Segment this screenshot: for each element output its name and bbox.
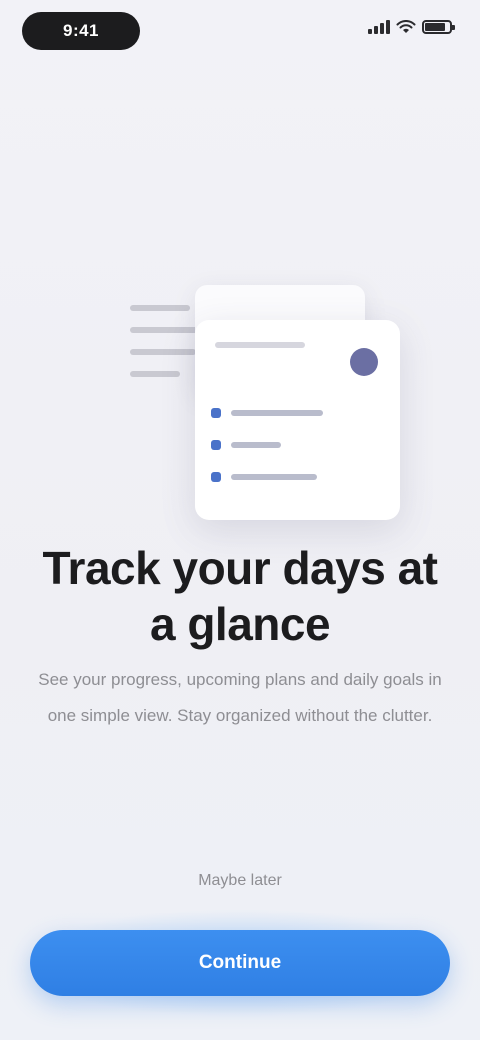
onboarding-description: See your progress, upcoming plans and da…	[38, 670, 442, 725]
calendar-card-front	[195, 320, 400, 520]
battery-icon	[422, 20, 455, 34]
user-avatar-icon	[350, 348, 378, 376]
signal-icon	[368, 20, 390, 34]
hero-illustration	[120, 280, 410, 530]
continue-button[interactable]: Continue	[30, 930, 450, 996]
status-icons	[368, 20, 455, 34]
status-time: 9:41	[22, 12, 140, 50]
onboarding-screen: 9:41 Track your days at a glance See you…	[0, 0, 480, 1040]
onboarding-headline: Track your days at a glance	[42, 542, 438, 650]
card-rows	[211, 408, 384, 504]
status-bar: 9:41	[0, 0, 480, 64]
maybe-later-link[interactable]: Maybe later	[0, 872, 480, 890]
wifi-icon	[396, 20, 416, 33]
